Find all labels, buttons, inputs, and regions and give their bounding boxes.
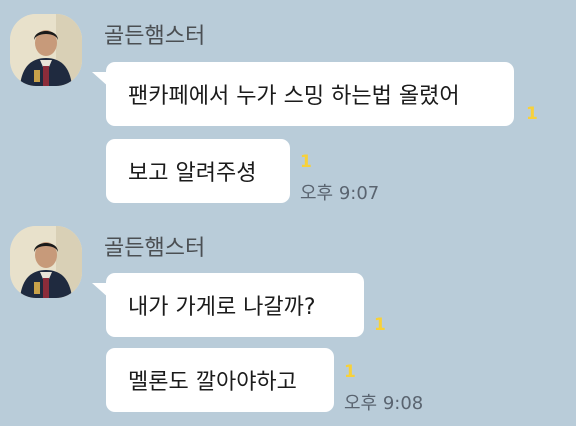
message-bubble[interactable]: 내가 가게로 나갈까? [106,273,364,337]
sender-avatar[interactable] [10,14,82,86]
unread-count: 1 [374,315,386,335]
unread-count: 1 [300,152,312,172]
unread-count: 1 [526,104,538,124]
message-text: 내가 가게로 나갈까? [128,295,316,320]
unread-count: 1 [344,362,356,382]
message-text: 팬카페에서 누가 스밍 하는법 올렸어 [128,84,460,109]
sender-name: 골든햄스터 [104,24,206,49]
message-bubble[interactable]: 팬카페에서 누가 스밍 하는법 올렸어 [106,62,514,126]
message-text: 보고 알려주셩 [128,161,257,186]
sender-avatar[interactable] [10,226,82,298]
profile-photo-icon [10,14,82,86]
message-bubble[interactable]: 보고 알려주셩 [106,139,290,203]
sender-name: 골든햄스터 [104,236,206,261]
message-text: 멜론도 깔아야하고 [128,370,297,395]
message-bubble[interactable]: 멜론도 깔아야하고 [106,348,334,412]
message-time: 오후 9:08 [344,393,424,414]
profile-photo-icon [10,226,82,298]
message-time: 오후 9:07 [300,183,380,204]
